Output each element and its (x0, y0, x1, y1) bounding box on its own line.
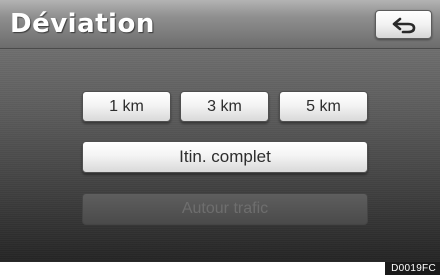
detour-5km-button[interactable]: 5 km (279, 91, 368, 122)
return-arrow-icon (392, 17, 415, 33)
around-traffic-button: Autour trafic (82, 193, 368, 225)
header-bar: Déviation (0, 0, 440, 49)
full-route-button[interactable]: Itin. complet (82, 141, 368, 173)
detour-1km-button[interactable]: 1 km (82, 91, 171, 122)
screen-title: Déviation (10, 9, 155, 39)
back-button[interactable] (375, 10, 432, 39)
navigation-screen: Déviation 1 km 3 km 5 km Itin. complet A… (0, 0, 440, 262)
image-code-label: D0019FC (385, 262, 440, 275)
detour-3km-button[interactable]: 3 km (180, 91, 269, 122)
